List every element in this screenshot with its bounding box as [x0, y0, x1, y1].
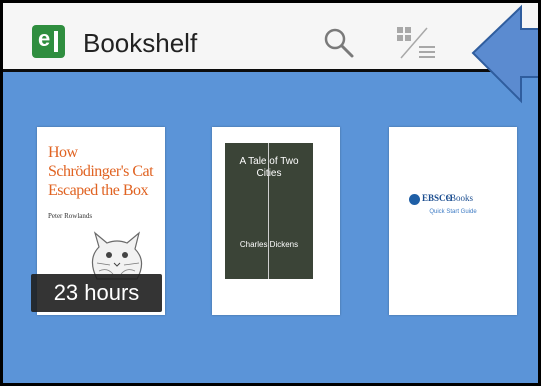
app-bar: e Bookshelf	[3, 3, 538, 72]
book-card-ebsco-quick-start[interactable]: EBSCO eBooks Quick Start Guide	[389, 127, 517, 315]
app-logo-letter: e	[38, 26, 51, 51]
book-card-tale-of-two-cities[interactable]: A Tale of Two Cities Charles Dickens	[212, 127, 340, 315]
book-cover-subtitle: Quick Start Guide	[429, 209, 477, 215]
ebsco-logo: EBSCO eBooks	[409, 193, 499, 207]
book-cover-title: How Schrödinger's Cat Escaped the Box	[48, 144, 154, 199]
app-title: Bookshelf	[83, 28, 198, 58]
grid-list-toggle-icon[interactable]	[395, 24, 441, 60]
loan-time-remaining-badge: 23 hours	[31, 274, 162, 312]
app-logo-bar	[54, 31, 58, 52]
book-cover: A Tale of Two Cities Charles Dickens	[225, 143, 313, 279]
book-cover-title: A Tale of Two Cities	[239, 156, 299, 179]
ebsco-globe-icon	[409, 194, 420, 205]
screenshot-frame: e Bookshelf How Schrödinger's Cat Escape…	[0, 0, 541, 386]
arrow-left-icon	[471, 4, 538, 104]
bookshelf-grid: How Schrödinger's Cat Escaped the Box Pe…	[3, 72, 538, 383]
book-cover-author: Charles Dickens	[239, 240, 299, 249]
ebsco-brand-suffix: eBooks	[446, 193, 473, 203]
book-card-schrodingers-cat[interactable]: How Schrödinger's Cat Escaped the Box Pe…	[31, 127, 165, 315]
app-logo-icon: e	[32, 25, 65, 58]
search-icon[interactable]	[321, 25, 357, 61]
